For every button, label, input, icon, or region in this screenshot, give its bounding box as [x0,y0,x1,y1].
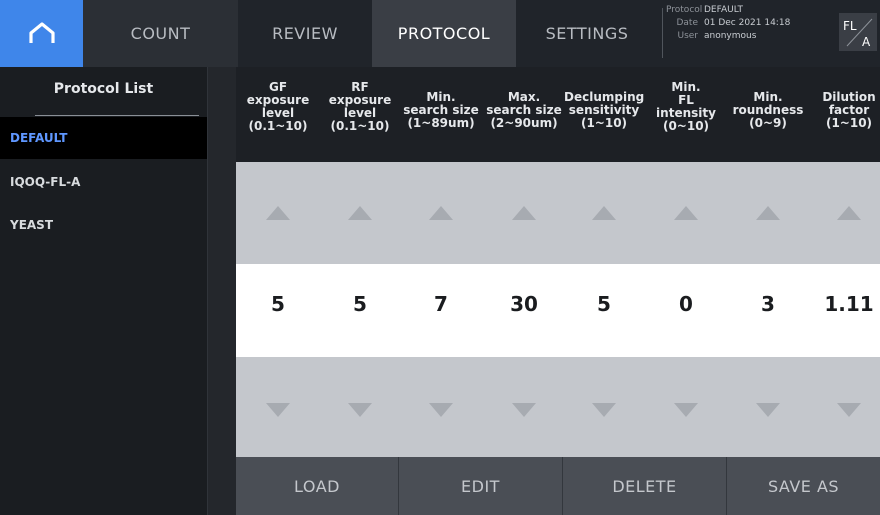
increment-max-search-size-button[interactable] [484,198,564,228]
increment-min-search-size-button[interactable] [401,198,481,228]
info-user-key: User [677,31,698,41]
status-info: Protocol DEFAULT Date 01 Dec 2021 14:18 … [662,4,832,62]
tab-count[interactable]: COUNT [83,0,238,67]
value-min-fl-intensity: 0 [679,292,693,316]
decrement-min-search-size-button[interactable] [401,395,481,425]
protocol-item-default[interactable]: DEFAULT [0,117,236,159]
decrement-min-roundness-button[interactable] [728,395,808,425]
value-dilution-factor: 1.11 [824,292,874,316]
param-header-min-fl-intensity: Min. FL intensity (0~10) [656,80,716,133]
decrement-dilution-factor-button[interactable] [809,395,880,425]
triangle-up-icon [266,206,290,220]
protocol-item-yeast[interactable]: YEAST [0,204,236,246]
param-header-max-search-size: Max. search size (2~90um) [486,90,562,130]
protocol-item-label: YEAST [10,218,54,232]
decrement-row [236,357,880,457]
triangle-down-icon [837,403,861,417]
protocol-item-iqoq-fl-a[interactable]: IQOQ-FL-A [0,161,236,203]
load-button[interactable]: LOAD [236,457,399,515]
info-user-row: User anonymous [666,30,832,43]
triangle-up-icon [756,206,780,220]
param-header-min-roundness: Min. roundness (0~9) [732,90,804,130]
triangle-up-icon [512,206,536,220]
increment-row [236,162,880,264]
triangle-up-icon [592,206,616,220]
increment-min-roundness-button[interactable] [728,198,808,228]
triangle-down-icon [429,403,453,417]
triangle-up-icon [837,206,861,220]
decrement-gf-exposure-button[interactable] [238,395,318,425]
param-header-rf-exposure: RF exposure level (0.1~10) [328,80,392,133]
save-as-button[interactable]: SAVE AS [727,457,880,515]
tab-settings-label: SETTINGS [545,24,629,43]
fl-mode-bottom-text: A [862,35,871,49]
increment-min-fl-intensity-button[interactable] [646,198,726,228]
tab-protocol[interactable]: PROTOCOL [372,0,516,67]
tab-review-label: REVIEW [272,24,338,43]
increment-dilution-factor-button[interactable] [809,198,880,228]
info-user-value: anonymous [704,31,757,41]
protocol-item-label: DEFAULT [10,131,68,145]
info-date-row: Date 01 Dec 2021 14:18 [666,17,832,30]
value-row: 5 5 7 30 5 0 3 1.11 [236,264,880,357]
triangle-down-icon [674,403,698,417]
protocol-list-divider [35,115,199,116]
value-rf-exposure: 5 [353,292,367,316]
info-protocol-key: Protocol [666,5,703,15]
fl-mode-badge: FL A [839,13,877,51]
protocol-list-scrollbar[interactable] [207,67,236,515]
triangle-down-icon [512,403,536,417]
decrement-declumping-button[interactable] [564,395,644,425]
protocol-parameter-table: GF exposure level (0.1~10) RF exposure l… [236,67,880,515]
value-max-search-size: 30 [510,292,538,316]
action-bar: LOAD EDIT DELETE SAVE AS [236,457,880,515]
triangle-up-icon [348,206,372,220]
decrement-min-fl-intensity-button[interactable] [646,395,726,425]
home-icon [28,21,55,43]
increment-rf-exposure-button[interactable] [320,198,400,228]
protocol-item-label: IQOQ-FL-A [10,175,81,189]
load-button-label: LOAD [294,476,340,496]
triangle-down-icon [348,403,372,417]
triangle-down-icon [266,403,290,417]
decrement-max-search-size-button[interactable] [484,395,564,425]
param-header-gf-exposure: GF exposure level (0.1~10) [246,80,310,133]
home-button[interactable] [0,0,83,67]
tab-count-label: COUNT [130,24,191,43]
parameter-header-row: GF exposure level (0.1~10) RF exposure l… [236,67,880,162]
triangle-down-icon [592,403,616,417]
decrement-rf-exposure-button[interactable] [320,395,400,425]
param-header-dilution-factor: Dilution factor (1~10) [822,90,876,130]
triangle-up-icon [429,206,453,220]
save-as-button-label: SAVE AS [767,476,840,496]
info-date-value: 01 Dec 2021 14:18 [704,18,791,28]
increment-gf-exposure-button[interactable] [238,198,318,228]
fl-mode-top-text: FL [843,19,857,33]
edit-button-label: EDIT [461,476,500,496]
protocol-list-panel: Protocol List DEFAULT IQOQ-FL-A YEAST [0,67,236,515]
value-gf-exposure: 5 [271,292,285,316]
tab-review[interactable]: REVIEW [238,0,372,67]
tab-settings[interactable]: SETTINGS [516,0,658,67]
value-declumping: 5 [597,292,611,316]
info-protocol-row: Protocol DEFAULT [666,4,832,17]
delete-button-label: DELETE [612,476,677,496]
increment-declumping-button[interactable] [564,198,644,228]
delete-button[interactable]: DELETE [563,457,727,515]
fl-mode-icon: FL A [843,18,873,49]
info-date-key: Date [676,18,698,28]
top-nav-bar: COUNT REVIEW PROTOCOL SETTINGS Protocol … [0,0,880,67]
value-min-search-size: 7 [434,292,448,316]
info-protocol-value: DEFAULT [704,5,743,15]
protocol-list-title: Protocol List [53,81,154,97]
triangle-down-icon [756,403,780,417]
param-header-declumping: Declumping sensitivity (1~10) [564,90,645,130]
value-min-roundness: 3 [761,292,775,316]
param-header-min-search-size: Min. search size (1~89um) [403,90,479,130]
triangle-up-icon [674,206,698,220]
edit-button[interactable]: EDIT [399,457,563,515]
tab-protocol-label: PROTOCOL [397,24,491,43]
